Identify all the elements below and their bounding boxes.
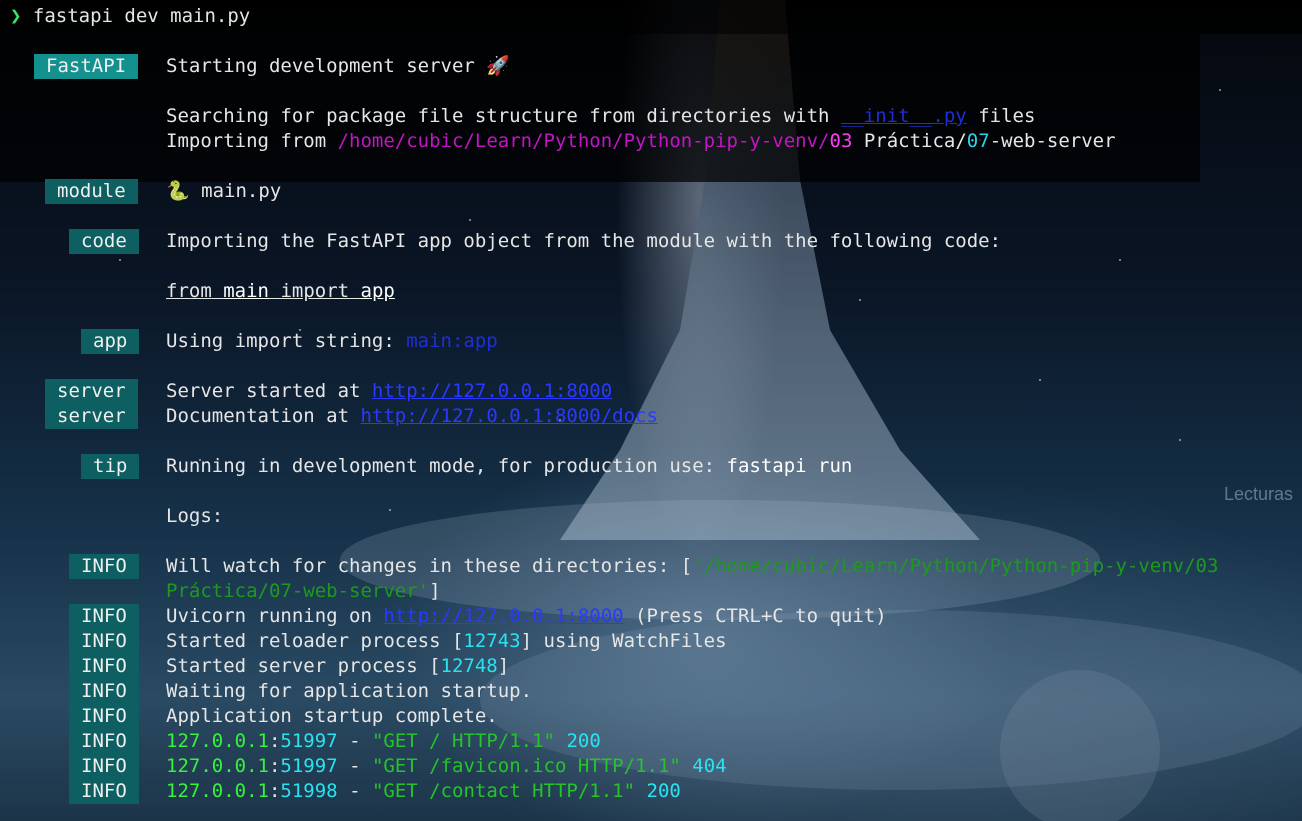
starting-text: Starting development server [166,55,475,77]
code-keyword-from: from [166,280,212,302]
server-process-suffix: ] [497,655,510,677]
code-badge: code [69,229,139,254]
importing-from-text: Importing from [166,130,327,152]
info-badge: INFO [69,779,139,804]
request-port: 51998 [280,780,338,802]
server-badge-docs: server [45,404,138,429]
import-string-line: Using import string: main:app [166,329,498,354]
request-log-line: 127.0.0.1:51998 - "GET /contact HTTP/1.1… [166,780,681,802]
info-badge: INFO [69,554,139,579]
starting-message: Starting development server 🚀 [166,54,510,79]
server-badge: server [45,379,138,404]
request-dash: - [349,730,361,752]
info-badge: INFO [69,729,139,754]
request-string: "GET /contact HTTP/1.1" [371,780,636,802]
code-snippet: from main import app [166,279,395,304]
info-badge: INFO [69,679,139,704]
path-end: -web-server [989,130,1116,152]
info-badge: INFO [69,604,139,629]
docs-url-link[interactable]: http://127.0.0.1:8000/docs [360,405,657,427]
app-badge: app [81,329,140,354]
server-url-link[interactable]: http://127.0.0.1:8000 [372,380,612,402]
request-status: 404 [692,755,727,777]
searching-message: Searching for package file structure fro… [166,104,1035,129]
docs-line: Documentation at http://127.0.0.1:8000/d… [166,404,658,429]
request-string: "GET /favicon.ico HTTP/1.1" [371,755,681,777]
watch-suffix: ] [429,580,441,602]
info-badge: INFO [69,654,139,679]
tip-badge: tip [81,454,140,479]
tip-command: fastapi run [726,455,853,477]
request-status: 200 [566,730,601,752]
python-snake-icon: 🐍 [166,180,190,202]
watch-path-part1: '/home/cubic/Learn/Python/Python-pip-y-v… [692,555,1219,577]
rocket-icon: 🚀 [486,55,510,77]
terminal-window[interactable]: ❯ fastapi dev main.py FastAPI Starting d… [0,0,1302,821]
uvicorn-url-link[interactable]: http://127.0.0.1:8000 [383,605,623,627]
info-badge: INFO [69,754,139,779]
module-badge: module [45,179,138,204]
path-number-03: 03 [829,130,853,152]
prompt-arrow-icon: ❯ [10,5,22,27]
info-badge: INFO [69,704,139,729]
fastapi-badge: FastAPI [34,54,139,79]
uvicorn-line: Uvicorn running on http://127.0.0.1:8000… [166,604,887,629]
reloader-pid: 12743 [463,630,521,652]
startup-complete-line: Application startup complete. [166,705,498,727]
request-port: 51997 [280,755,338,777]
request-log-line: 127.0.0.1:51997 - "GET /favicon.ico HTTP… [166,755,727,777]
tip-text: Running in development mode, for product… [166,455,716,477]
importing-from-message: Importing from /home/cubic/Learn/Python/… [166,129,1116,154]
tip-line: Running in development mode, for product… [166,454,852,479]
watch-line: Will watch for changes in these director… [166,554,1218,579]
request-dash: - [349,755,361,777]
path-prefix: /home/cubic/Learn/Python/Python-pip-y-ve… [337,130,830,152]
path-number-07: 07 [966,130,990,152]
watch-path-part2: Práctica/07-web-server' [166,580,430,602]
waiting-line: Waiting for application startup. [166,680,533,702]
docs-label: Documentation at [166,405,350,427]
request-ip: 127.0.0.1 [166,780,269,802]
request-string: "GET / HTTP/1.1" [371,730,555,752]
module-line: 🐍 main.py [166,179,281,204]
request-port: 51997 [280,730,338,752]
request-log-line: 127.0.0.1:51997 - "GET / HTTP/1.1" 200 [166,730,601,752]
import-string-label: Using import string: [166,330,395,352]
command-line: ❯ fastapi dev main.py [10,4,250,29]
reloader-text: Started reloader process [ [166,630,464,652]
request-ip: 127.0.0.1 [166,755,269,777]
code-object-app: app [360,280,395,302]
request-dash: - [349,780,361,802]
code-module-main: main [223,280,269,302]
path-middle: Práctica/ [863,130,967,152]
searching-text: Searching for package file structure fro… [166,105,830,127]
logs-heading: Logs: [166,505,224,527]
module-file-name: main.py [201,180,282,202]
uvicorn-suffix: (Press CTRL+C to quit) [635,605,887,627]
command-text: fastapi dev main.py [32,5,251,27]
code-intro-text: Importing the FastAPI app object from th… [166,230,1002,252]
uvicorn-text: Uvicorn running on [166,605,372,627]
watch-line-continued: Práctica/07-web-server'] [166,579,441,604]
server-started-line: Server started at http://127.0.0.1:8000 [166,379,612,404]
init-file-name: __init__.py [840,105,967,127]
reloader-suffix: ] using WatchFiles [520,630,727,652]
code-keyword-import: import [280,280,350,302]
server-started-text: Server started at [166,380,361,402]
searching-suffix: files [978,105,1036,127]
watch-text: Will watch for changes in these director… [166,555,693,577]
server-pid: 12748 [440,655,498,677]
request-ip: 127.0.0.1 [166,730,269,752]
server-process-line: Started server process [12748] [166,654,509,679]
import-string-value: main:app [406,330,498,352]
reloader-line: Started reloader process [12743] using W… [166,629,727,654]
server-process-text: Started server process [ [166,655,441,677]
request-status: 200 [646,780,681,802]
info-badge: INFO [69,629,139,654]
